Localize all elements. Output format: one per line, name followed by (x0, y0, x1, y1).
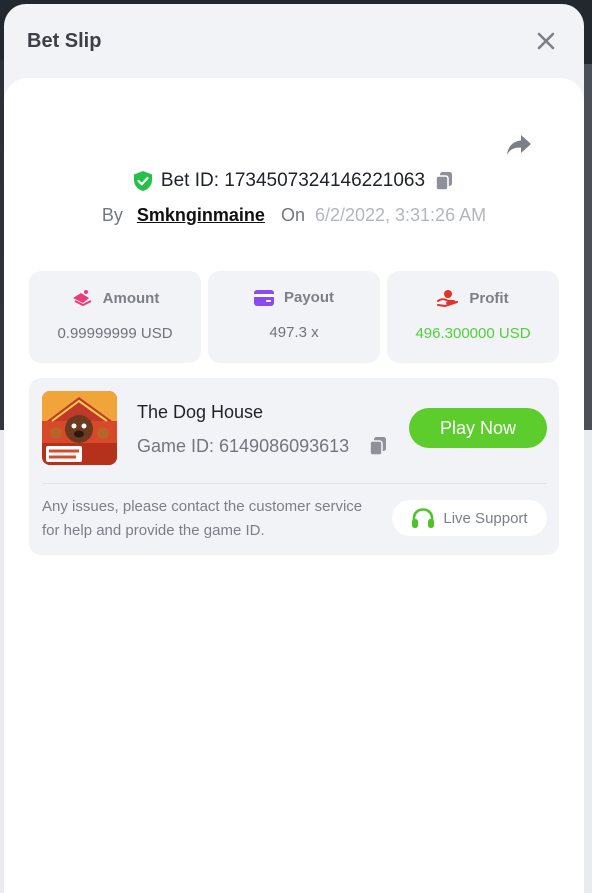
bet-id-row: Bet ID: 1734507324146221063 (4, 170, 584, 192)
stat-amount-label: Amount (102, 289, 160, 307)
dog-house-logo (42, 391, 117, 465)
copy-bet-id-button[interactable] (433, 170, 455, 192)
game-thumbnail[interactable] (42, 391, 117, 465)
bet-date: 6/2/2022, 3:31:26 AM (314, 205, 487, 225)
shield-check-icon (133, 171, 152, 191)
close-icon (537, 32, 555, 50)
stats-row: Amount 0.99999999 USD Payout 497.3 x Pro… (29, 271, 559, 363)
stat-amount: Amount 0.99999999 USD (29, 271, 201, 363)
copy-game-id-button[interactable] (367, 435, 389, 457)
stat-payout: Payout 497.3 x (208, 271, 380, 363)
game-name: The Dog House (137, 402, 264, 422)
copy-icon (369, 437, 387, 456)
close-button[interactable] (532, 27, 560, 55)
modal-header: Bet Slip (4, 4, 584, 78)
game-panel: The Dog House Game ID: 6149086093613 Pla… (29, 378, 559, 555)
stat-amount-value: 0.99999999 USD (57, 325, 173, 342)
headset-icon (412, 508, 435, 528)
share-button[interactable] (504, 130, 534, 160)
game-id: Game ID: 6149086093613 (137, 435, 350, 456)
bet-meta-row: By Smknginmaine On 6/2/2022, 3:31:26 AM (4, 205, 584, 226)
amount-icon (72, 290, 92, 307)
username-link[interactable]: Smknginmaine (137, 205, 265, 226)
on-label: On (280, 205, 305, 225)
stat-payout-label: Payout (283, 289, 334, 306)
play-now-button[interactable]: Play Now (409, 408, 547, 448)
game-id-row: Game ID: 6149086093613 (137, 435, 389, 457)
bet-slip-modal: Bet Slip Bet ID: 1734507324146221063 By … (4, 4, 584, 893)
live-support-label: Live Support (443, 509, 528, 527)
bet-id: Bet ID: 1734507324146221063 (160, 170, 426, 191)
share-icon (507, 135, 531, 155)
card-icon (253, 289, 274, 306)
by-label: By (101, 205, 123, 225)
stat-payout-value: 497.3 x (269, 324, 319, 341)
stat-profit: Profit 496.300000 USD (387, 271, 559, 363)
copy-icon (435, 172, 453, 191)
live-support-button[interactable]: Live Support (392, 500, 547, 536)
modal-title: Bet Slip (27, 29, 102, 52)
bet-card: Bet ID: 1734507324146221063 By Smknginma… (4, 78, 584, 893)
stat-profit-label: Profit (469, 289, 509, 307)
help-text: Any issues, please contact the customer … (42, 498, 363, 539)
divider (42, 483, 547, 484)
stat-profit-value: 496.300000 USD (415, 325, 531, 342)
hand-coin-icon (437, 290, 459, 307)
